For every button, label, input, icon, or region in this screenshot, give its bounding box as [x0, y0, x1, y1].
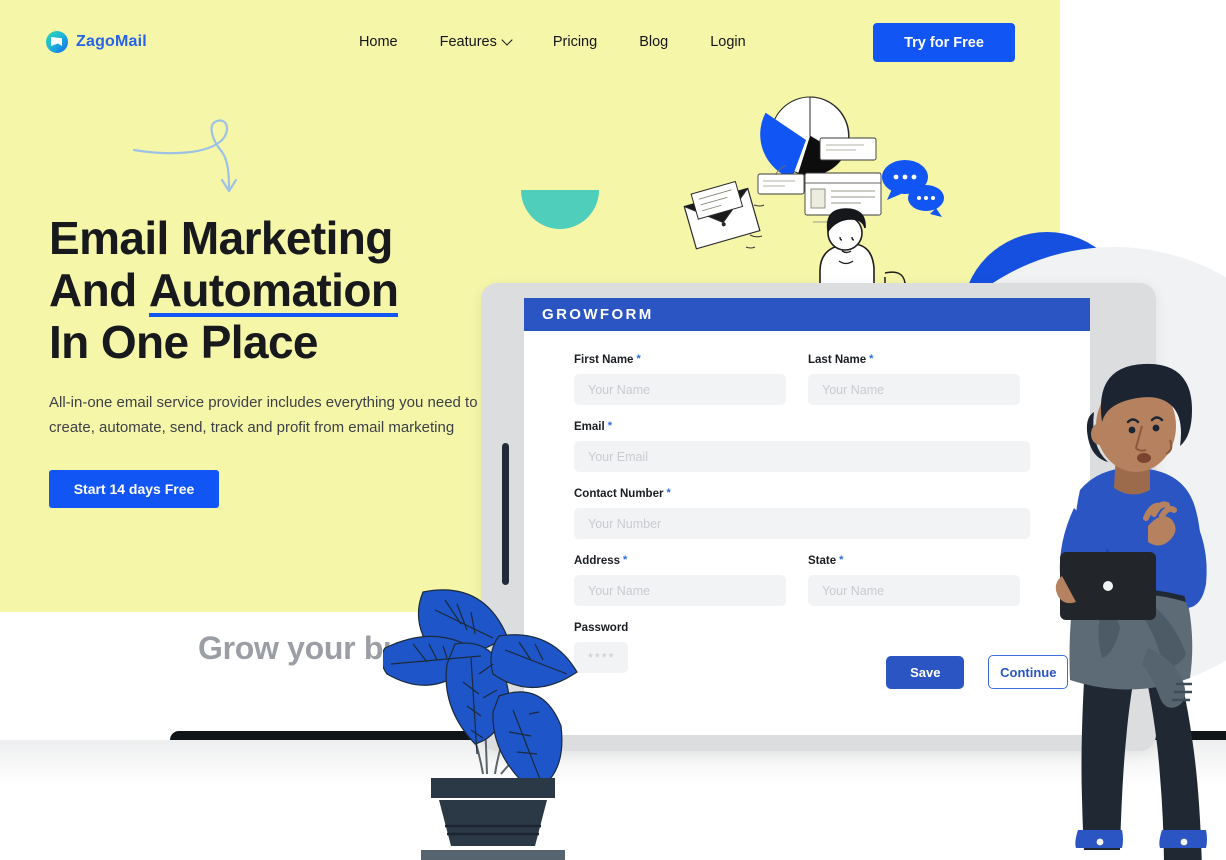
required-asterisk: * [607, 420, 612, 432]
nav-item-login-label: Login [710, 34, 746, 50]
contact-number-label: Contact Number * [574, 487, 1030, 501]
form-row-address-state: Address * State * [574, 555, 1052, 622]
brand-name: ZagoMail [76, 33, 147, 50]
top-navigation-bar: ZagoMail Home Features Pricing Blog Logi… [0, 0, 1060, 84]
nav-links: Home Features Pricing Blog Login [359, 34, 746, 50]
required-asterisk: * [869, 353, 874, 365]
last-name-label-text: Last Name [808, 354, 867, 366]
hero-title-line-3: In One Place [49, 316, 319, 368]
start-free-trial-button[interactable]: Start 14 days Free [49, 470, 219, 508]
looping-arrow-icon [132, 119, 238, 193]
field-email: Email * [574, 421, 1030, 472]
field-state: State * [808, 555, 1020, 606]
address-label: Address * [574, 554, 786, 568]
form-row-password-actions: Password Save Continue [574, 622, 1069, 689]
nav-item-blog[interactable]: Blog [639, 34, 668, 50]
hero-subtitle: All-in-one email service provider includ… [49, 394, 478, 436]
chevron-down-icon [503, 36, 511, 44]
contact-number-input[interactable] [574, 508, 1030, 539]
state-label-text: State [808, 555, 837, 567]
save-button[interactable]: Save [886, 655, 965, 689]
hero-copy: Email Marketing And Automation In One Pl… [49, 212, 519, 508]
first-name-label: First Name * [574, 353, 786, 367]
nav-item-features-label: Features [439, 34, 497, 50]
growform: First Name * Last Name * Email * [524, 331, 1090, 689]
nav-item-home-label: Home [358, 34, 398, 50]
hero-title-line-1: Email Marketing [49, 212, 393, 264]
state-input[interactable] [808, 575, 1020, 606]
contact-number-label-text: Contact Number [574, 488, 664, 500]
field-last-name: Last Name * [808, 354, 1020, 405]
first-name-label-text: First Name [574, 354, 634, 366]
field-address: Address * [574, 555, 786, 606]
hero-title-underlined-word: Automation [148, 264, 399, 317]
first-name-input[interactable] [574, 374, 786, 405]
nav-item-pricing[interactable]: Pricing [553, 34, 597, 50]
address-label-text: Address [574, 555, 621, 567]
page-title: Email Marketing And Automation In One Pl… [49, 212, 519, 368]
tablet-screen: GROWFORM First Name * Last Name * [524, 298, 1090, 735]
required-asterisk: * [636, 353, 641, 365]
nav-item-home[interactable]: Home [359, 34, 398, 50]
email-input[interactable] [574, 441, 1030, 472]
hero-illustration-cluster [683, 96, 944, 295]
field-first-name: First Name * [574, 354, 786, 405]
potted-plant-illustration [383, 589, 578, 860]
page-root: ZagoMail Home Features Pricing Blog Logi… [0, 0, 1226, 860]
form-actions: Save Continue [886, 655, 1069, 689]
chat-bubbles-illustration [882, 160, 944, 217]
address-input[interactable] [574, 575, 786, 606]
field-contact-number: Contact Number * [574, 488, 1030, 539]
last-name-label: Last Name * [808, 353, 1020, 367]
nav-item-features[interactable]: Features [440, 34, 511, 50]
brand-logo[interactable]: ZagoMail [46, 31, 147, 53]
required-asterisk: * [666, 487, 671, 499]
hero-title-line-2-prefix: And [49, 264, 149, 316]
nav-item-blog-label: Blog [639, 34, 669, 50]
required-asterisk: * [839, 554, 844, 566]
last-name-input[interactable] [808, 374, 1020, 405]
person-with-tablet-illustration [1055, 363, 1207, 860]
form-row-names: First Name * Last Name * [574, 354, 1052, 421]
nav-item-login[interactable]: Login [710, 34, 745, 50]
email-label: Email * [574, 420, 1030, 434]
state-label: State * [808, 554, 1020, 568]
email-label-text: Email [574, 421, 605, 433]
required-asterisk: * [623, 554, 628, 566]
nav-item-pricing-label: Pricing [552, 34, 598, 50]
paper-plane-circle-icon [46, 31, 68, 53]
form-header: GROWFORM [524, 298, 1090, 331]
tablet-side-button[interactable] [502, 443, 509, 585]
form-title: GROWFORM [542, 306, 654, 323]
envelope-illustration [683, 180, 761, 250]
